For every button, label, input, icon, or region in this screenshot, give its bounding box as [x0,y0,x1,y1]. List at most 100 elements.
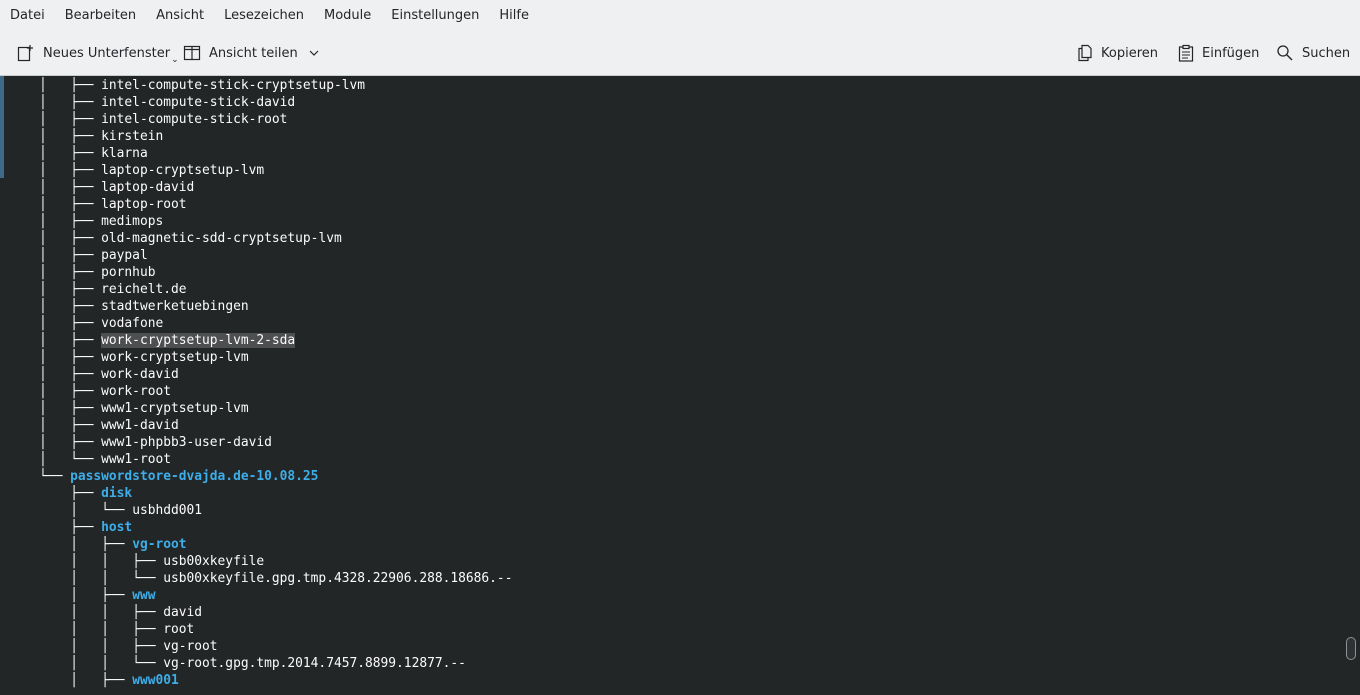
tree-branch: │ ├── [8,163,102,178]
tree-file-name: vg-root.gpg.tmp.2014.7457.8899.12877.-- [163,656,466,671]
tree-branch: │ ├── [8,282,102,297]
tree-file-name: david [163,605,203,620]
tree-line: │ ├── intel-compute-stick-root [8,111,287,128]
tree-file-name: root [163,622,195,637]
tree-line: │ ├── vg-root [8,536,187,553]
tree-line: │ ├── work-cryptsetup-lvm [8,349,249,366]
tree-branch: │ ├── [8,367,102,382]
tree-line: │ ├── reichelt.de [8,281,187,298]
paste-button[interactable]: Einfügen [1178,31,1259,75]
split-view-button[interactable]: Ansicht teilen [183,31,320,75]
menu-bearbeiten[interactable]: Bearbeiten [55,0,146,31]
tree-branch: │ ├── [8,384,102,399]
tree-file-name: pornhub [101,265,156,280]
tree-file-name: work-david [101,367,179,382]
tree-directory-name: www001 [132,673,179,688]
tree-directory-name: vg-root [132,537,187,552]
tree-line: │ │ ├── root [8,621,194,638]
tree-line: │ ├── kirstein [8,128,163,145]
tree-branch: │ │ └── [8,656,164,671]
new-tab-button[interactable]: Neues Unterfenster ⌄ [17,31,179,75]
tree-file-name: work-root [101,384,171,399]
tree-file-name: old-magnetic-sdd-cryptsetup-lvm [101,231,342,246]
tree-directory-name: www [132,588,156,603]
chevron-down-icon[interactable] [308,47,320,59]
tree-branch: │ └── [8,452,102,467]
menu-datei[interactable]: Datei [0,0,55,31]
search-icon [1277,45,1293,61]
new-tab-label: Neues Unterfenster [43,45,171,61]
tree-file-name: klarna [101,146,148,161]
tree-line: │ ├── intel-compute-stick-david [8,94,295,111]
tree-line: │ ├── www [8,587,155,604]
tree-file-name: laptop-cryptsetup-lvm [101,163,265,178]
paste-icon [1178,44,1194,62]
tree-line: │ ├── laptop-david [8,179,194,196]
tree-line: │ ├── pornhub [8,264,155,281]
tree-line: │ ├── www1-cryptsetup-lvm [8,400,249,417]
search-label: Suchen [1302,45,1351,61]
search-button[interactable]: Suchen [1276,31,1350,75]
tree-branch: └── [8,469,71,484]
tree-line: │ │ ├── usb00xkeyfile [8,553,264,570]
copy-icon [1078,44,1092,62]
menu-ansicht[interactable]: Ansicht [146,0,214,31]
tree-line: │ ├── old-magnetic-sdd-cryptsetup-lvm [8,230,342,247]
menu-module[interactable]: Module [314,0,381,31]
tree-file-name: laptop-root [101,197,187,212]
terminal-output[interactable]: │ ├── intel-compute-stick-cryptsetup-lvm… [0,76,1360,695]
tree-directory-name: host [101,520,133,535]
tree-line: │ ├── intel-compute-stick-cryptsetup-lvm [8,77,365,94]
tree-branch: │ │ ├── [8,605,164,620]
tree-line: │ ├── work-david [8,366,179,383]
menu-bar: Datei Bearbeiten Ansicht Lesezeichen Mod… [0,0,1360,31]
tree-line: │ │ └── vg-root.gpg.tmp.2014.7457.8899.1… [8,655,466,672]
tree-branch: │ ├── [8,146,102,161]
copy-button[interactable]: Kopieren [1077,31,1158,75]
tree-line: │ ├── work-root [8,383,171,400]
chevron-down-icon[interactable]: ⌄ [171,55,179,65]
tree-line: │ ├── www1-david [8,417,179,434]
tree-line: ├── disk [8,485,132,502]
tree-branch: │ ├── [8,95,102,110]
tree-branch: │ ├── [8,435,102,450]
tree-line: │ ├── stadtwerketuebingen [8,298,249,315]
tree-file-name: medimops [101,214,164,229]
tree-line: │ └── usbhdd001 [8,502,202,519]
tree-line: ├── host [8,519,132,536]
tree-branch: │ ├── [8,214,102,229]
tree-branch: │ ├── [8,78,102,93]
menu-lesezeichen[interactable]: Lesezeichen [214,0,314,31]
tree-branch: │ ├── [8,112,102,127]
tree-file-name: laptop-david [101,180,195,195]
tree-branch: │ ├── [8,418,102,433]
tree-branch: │ │ ├── [8,554,164,569]
tree-line: └── passwordstore-dvajda.de-10.08.25 [8,468,318,485]
tree-branch: │ ├── [8,350,102,365]
tree-line: │ ├── www001 [8,672,179,689]
menu-einstellungen[interactable]: Einstellungen [381,0,489,31]
tree-branch: │ ├── [8,265,102,280]
tree-file-name: reichelt.de [101,282,187,297]
tree-file-name: vodafone [101,316,164,331]
tree-line: │ ├── work-cryptsetup-lvm-2-sda [8,332,296,349]
tree-line: │ ├── medimops [8,213,163,230]
tree-branch: ├── [8,520,102,535]
scrollbar-handle[interactable] [1346,637,1356,660]
tree-branch: │ ├── [8,401,102,416]
split-view-icon [183,45,201,61]
tree-branch: │ ├── [8,180,102,195]
tree-line: │ │ ├── vg-root [8,638,217,655]
tree-file-name: work-cryptsetup-lvm-2-sda [101,333,296,348]
tree-branch: │ ├── [8,248,102,263]
menu-hilfe[interactable]: Hilfe [489,0,539,31]
tree-line: │ │ ├── david [8,604,202,621]
tree-branch: │ ├── [8,537,133,552]
tree-directory-name: passwordstore-dvajda.de-10.08.25 [70,469,319,484]
split-view-label: Ansicht teilen [209,45,298,61]
tree-file-name: paypal [101,248,148,263]
tree-branch: │ ├── [8,588,133,603]
tree-file-name: work-cryptsetup-lvm [101,350,249,365]
tree-file-name: www1-phpbb3-user-david [101,435,272,450]
tree-file-name: stadtwerketuebingen [101,299,249,314]
